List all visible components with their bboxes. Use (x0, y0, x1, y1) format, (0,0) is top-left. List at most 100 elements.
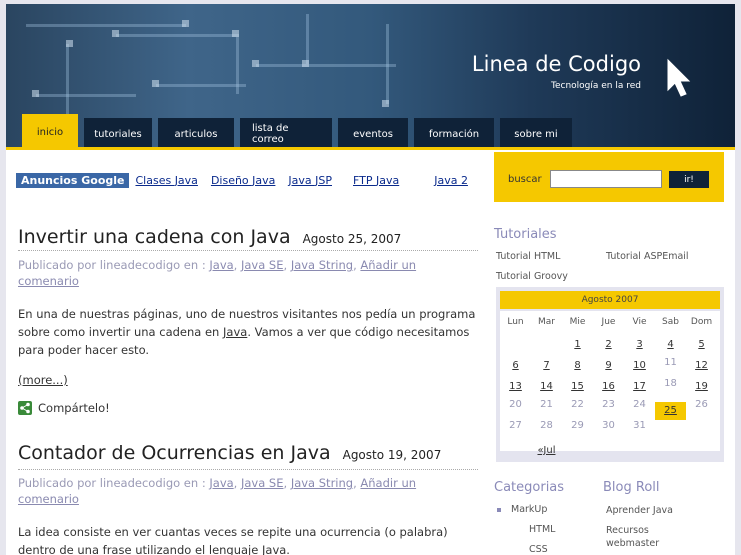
category-label[interactable]: HTML (529, 524, 555, 535)
nav-tab[interactable]: sobre mi (500, 118, 572, 150)
site-subtitle: Tecnología en la red (551, 81, 641, 91)
main-nav: inicio tutoriales articulos lista de correo… (22, 114, 578, 150)
calendar-day[interactable]: 3 (624, 339, 655, 350)
tutorial-link[interactable]: Tutorial ASPEmail (606, 251, 689, 262)
post-divider (18, 250, 478, 251)
calendar-day: 18 (664, 378, 677, 389)
search-input[interactable] (550, 170, 662, 188)
post-body-link[interactable]: Java (223, 325, 247, 339)
post-meta: Publicado por lineadecodigo en : Java, J… (18, 258, 417, 288)
calendar-day[interactable]: 7 (531, 360, 562, 371)
post-meta-prefix: Publicado por lineadecodigo en : (18, 476, 206, 490)
calendar-grid: Lun Mar Mie Jue Vie Sab Dom 1 2 3 4 5 6 7 8 9 10 11 12 13 14… (500, 311, 720, 456)
calendar-day[interactable]: 9 (593, 360, 624, 371)
post-body-text: La idea consiste en ver cuantas veces se… (18, 525, 448, 555)
category-label[interactable]: MarkUp (511, 504, 547, 515)
calendar-day[interactable]: 15 (562, 381, 593, 392)
nav-underline (6, 147, 735, 150)
blogroll-link[interactable]: Aprender Java (606, 504, 686, 517)
share-label: Compártelo! (38, 401, 110, 415)
nav-tab[interactable]: lista de correo (240, 118, 332, 150)
calendar-day: 27 (509, 420, 522, 431)
google-ads-bar: Anuncios Google Clases Java Diseño Java Ja… (16, 172, 481, 188)
calendar-day[interactable]: 17 (624, 381, 655, 392)
calendar-weekday: Sab (662, 317, 679, 327)
calendar-day: 29 (571, 420, 584, 431)
search-label: buscar (508, 174, 542, 185)
calendar-day: 11 (664, 357, 677, 368)
post-date: Agosto 25, 2007 (302, 232, 402, 246)
category-item[interactable]: MarkUp (497, 504, 547, 515)
calendar-day[interactable]: 4 (655, 339, 686, 350)
calendar-weekday: Vie (632, 317, 647, 327)
calendar-day: 26 (695, 399, 708, 410)
calendar-day[interactable]: 12 (686, 360, 717, 371)
ad-link[interactable]: Java 2 (434, 174, 468, 187)
nav-tab[interactable]: formación (414, 118, 494, 150)
nav-tab[interactable]: eventos (338, 118, 408, 150)
post-body-link[interactable]: Java (262, 543, 286, 555)
calendar-day[interactable]: 2 (593, 339, 624, 350)
ad-link[interactable]: Clases Java (135, 174, 197, 187)
ads-label[interactable]: Anuncios Google (16, 172, 130, 188)
calendar-day: 31 (633, 420, 646, 431)
calendar-day[interactable]: 1 (562, 339, 593, 350)
post-body-text: . (286, 543, 290, 555)
post-divider (18, 469, 478, 470)
category-label[interactable]: CSS (529, 544, 548, 555)
tag-link[interactable]: Java String (291, 476, 353, 490)
search-button[interactable]: ir! (669, 171, 709, 188)
calendar-day: 24 (633, 399, 646, 410)
ad-link[interactable]: Diseño Java (211, 174, 275, 187)
post-body: En una de nuestras páginas, uno de nuest… (18, 305, 483, 359)
calendar-weekday: Mar (538, 317, 555, 327)
blogroll-link[interactable]: Recursos webmaster (606, 524, 686, 550)
tutorial-link[interactable]: Tutorial Groovy (496, 271, 568, 282)
post-meta: Publicado por lineadecodigo en : Java, J… (18, 476, 417, 506)
post-title[interactable]: Invertir una cadena con Java Agosto 25, 2… (18, 226, 401, 248)
post-title-text[interactable]: Invertir una cadena con Java (18, 226, 291, 248)
calendar-weekday: Mie (569, 317, 586, 327)
ad-link[interactable]: Java JSP (288, 174, 332, 187)
calendar-day: 23 (602, 399, 615, 410)
calendar-day[interactable]: 25 (655, 402, 686, 420)
calendar-prev-month[interactable]: «Jul (531, 445, 562, 456)
tutorials-heading: Tutoriales (494, 227, 557, 242)
post-title-text[interactable]: Contador de Ocurrencias en Java (18, 442, 331, 464)
nav-tab[interactable]: articulos (158, 118, 234, 150)
calendar-day: 30 (602, 420, 615, 431)
share-icon (18, 401, 32, 415)
browser-frame: Linea de Codigo Tecnología en la red ini… (0, 0, 741, 555)
calendar-day[interactable]: 5 (686, 339, 717, 350)
post-meta-prefix: Publicado por lineadecodigo en : (18, 258, 206, 272)
tutorial-link[interactable]: Tutorial HTML (496, 251, 560, 262)
ad-link[interactable]: FTP Java (353, 174, 399, 187)
calendar-day[interactable]: 19 (686, 381, 717, 392)
page: Linea de Codigo Tecnología en la red ini… (6, 4, 735, 555)
calendar-weekday: Dom (690, 317, 713, 327)
calendar-day[interactable]: 14 (531, 381, 562, 392)
calendar-day[interactable]: 8 (562, 360, 593, 371)
calendar-day[interactable]: 13 (500, 381, 531, 392)
tag-link[interactable]: Java String (291, 258, 353, 272)
post-title[interactable]: Contador de Ocurrencias en Java Agosto 19… (18, 442, 441, 464)
nav-tab[interactable]: tutoriales (84, 118, 152, 150)
tag-link[interactable]: Java SE (241, 476, 284, 490)
cursor-arrow-icon (667, 58, 691, 97)
search-box: buscar ir! (494, 152, 724, 202)
share-button[interactable]: Compártelo! (18, 401, 110, 415)
category-item[interactable]: CSS (529, 544, 548, 555)
post-body: La idea consiste en ver cuantas veces se… (18, 523, 483, 555)
site-title[interactable]: Linea de Codigo (472, 52, 641, 76)
calendar-day[interactable]: 6 (500, 360, 531, 371)
more-link[interactable]: (more...) (18, 373, 68, 387)
calendar-day[interactable]: 10 (624, 360, 655, 371)
tag-link[interactable]: Java (209, 258, 233, 272)
nav-tab[interactable]: inicio (22, 114, 78, 150)
tag-link[interactable]: Java (209, 476, 233, 490)
calendar-day[interactable]: 16 (593, 381, 624, 392)
bullet-icon (497, 507, 501, 512)
tag-link[interactable]: Java SE (241, 258, 284, 272)
category-item[interactable]: HTML (529, 524, 555, 535)
calendar-month: Agosto 2007 (500, 291, 720, 309)
